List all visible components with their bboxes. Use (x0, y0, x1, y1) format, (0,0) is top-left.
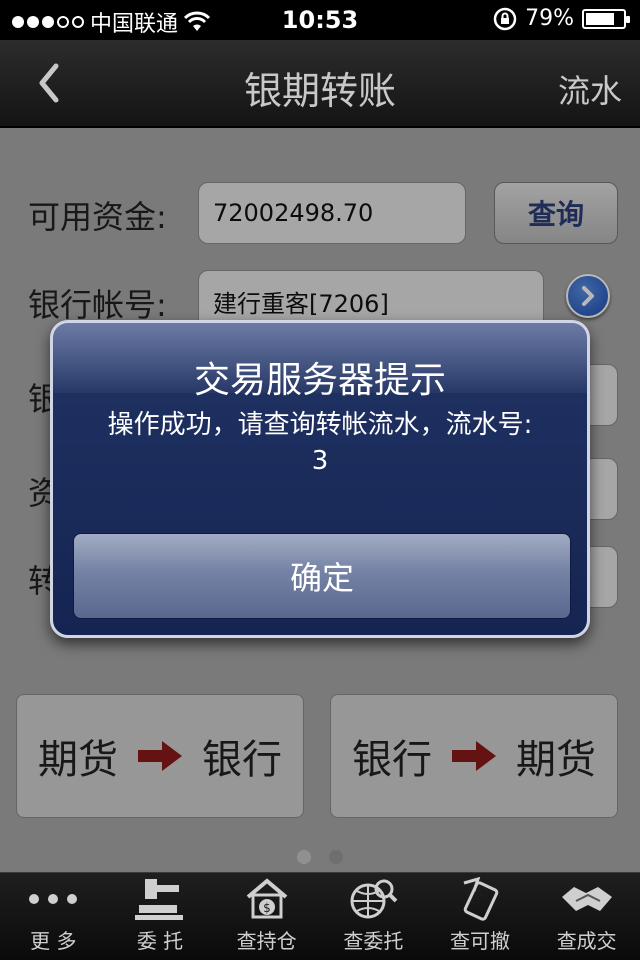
tab-label: 更 多 (30, 929, 77, 953)
status-right: 79% (493, 6, 630, 31)
more-dots-icon (26, 877, 80, 921)
nav-bar: 银期转账 流水 (0, 40, 640, 128)
tab-label: 委 托 (136, 929, 184, 953)
gavel-icon (133, 877, 187, 921)
tab-entrust[interactable]: 委 托 (107, 873, 214, 960)
tab-more[interactable]: 更 多 (0, 873, 107, 960)
tab-label: 查成交 (556, 929, 617, 953)
tab-label: 查委托 (343, 929, 404, 953)
alert-dialog: 交易服务器提示 操作成功，请查询转帐流水，流水号: 3 确定 (50, 320, 590, 638)
globe-search-icon (346, 877, 400, 921)
battery-fill (586, 12, 615, 25)
tab-cancelable[interactable]: 查可撤 (427, 873, 534, 960)
phone-cancel-icon (453, 877, 507, 921)
tab-trades[interactable]: 查成交 (533, 873, 640, 960)
alert-serial-number: 3 (311, 446, 329, 476)
status-bar: 中国联通 10:53 79% (0, 0, 640, 40)
battery-percent: 79% (525, 6, 574, 31)
battery-icon (582, 8, 630, 29)
tab-positions[interactable]: $ 查持仓 (213, 873, 320, 960)
alert-title: 交易服务器提示 (193, 360, 446, 401)
handshake-icon (560, 877, 614, 921)
flow-button[interactable]: 流水 (558, 66, 622, 112)
tab-label: 查可撤 (450, 929, 511, 953)
svg-text:$: $ (263, 901, 271, 915)
tab-label: 查持仓 (236, 929, 297, 953)
confirm-button[interactable]: 确定 (73, 533, 571, 619)
page-title: 银期转账 (243, 69, 396, 113)
tab-bar: 更 多 委 托 $ 查持仓 查委托 查可撤 查成交 (0, 872, 640, 960)
house-money-icon: $ (240, 877, 294, 921)
alert-message-line: 操作成功，请查询转帐流水，流水号: (107, 410, 533, 440)
alert-message: 操作成功，请查询转帐流水，流水号: 3 (63, 407, 577, 479)
tab-query-orders[interactable]: 查委托 (320, 873, 427, 960)
rotation-lock-icon (493, 7, 517, 30)
